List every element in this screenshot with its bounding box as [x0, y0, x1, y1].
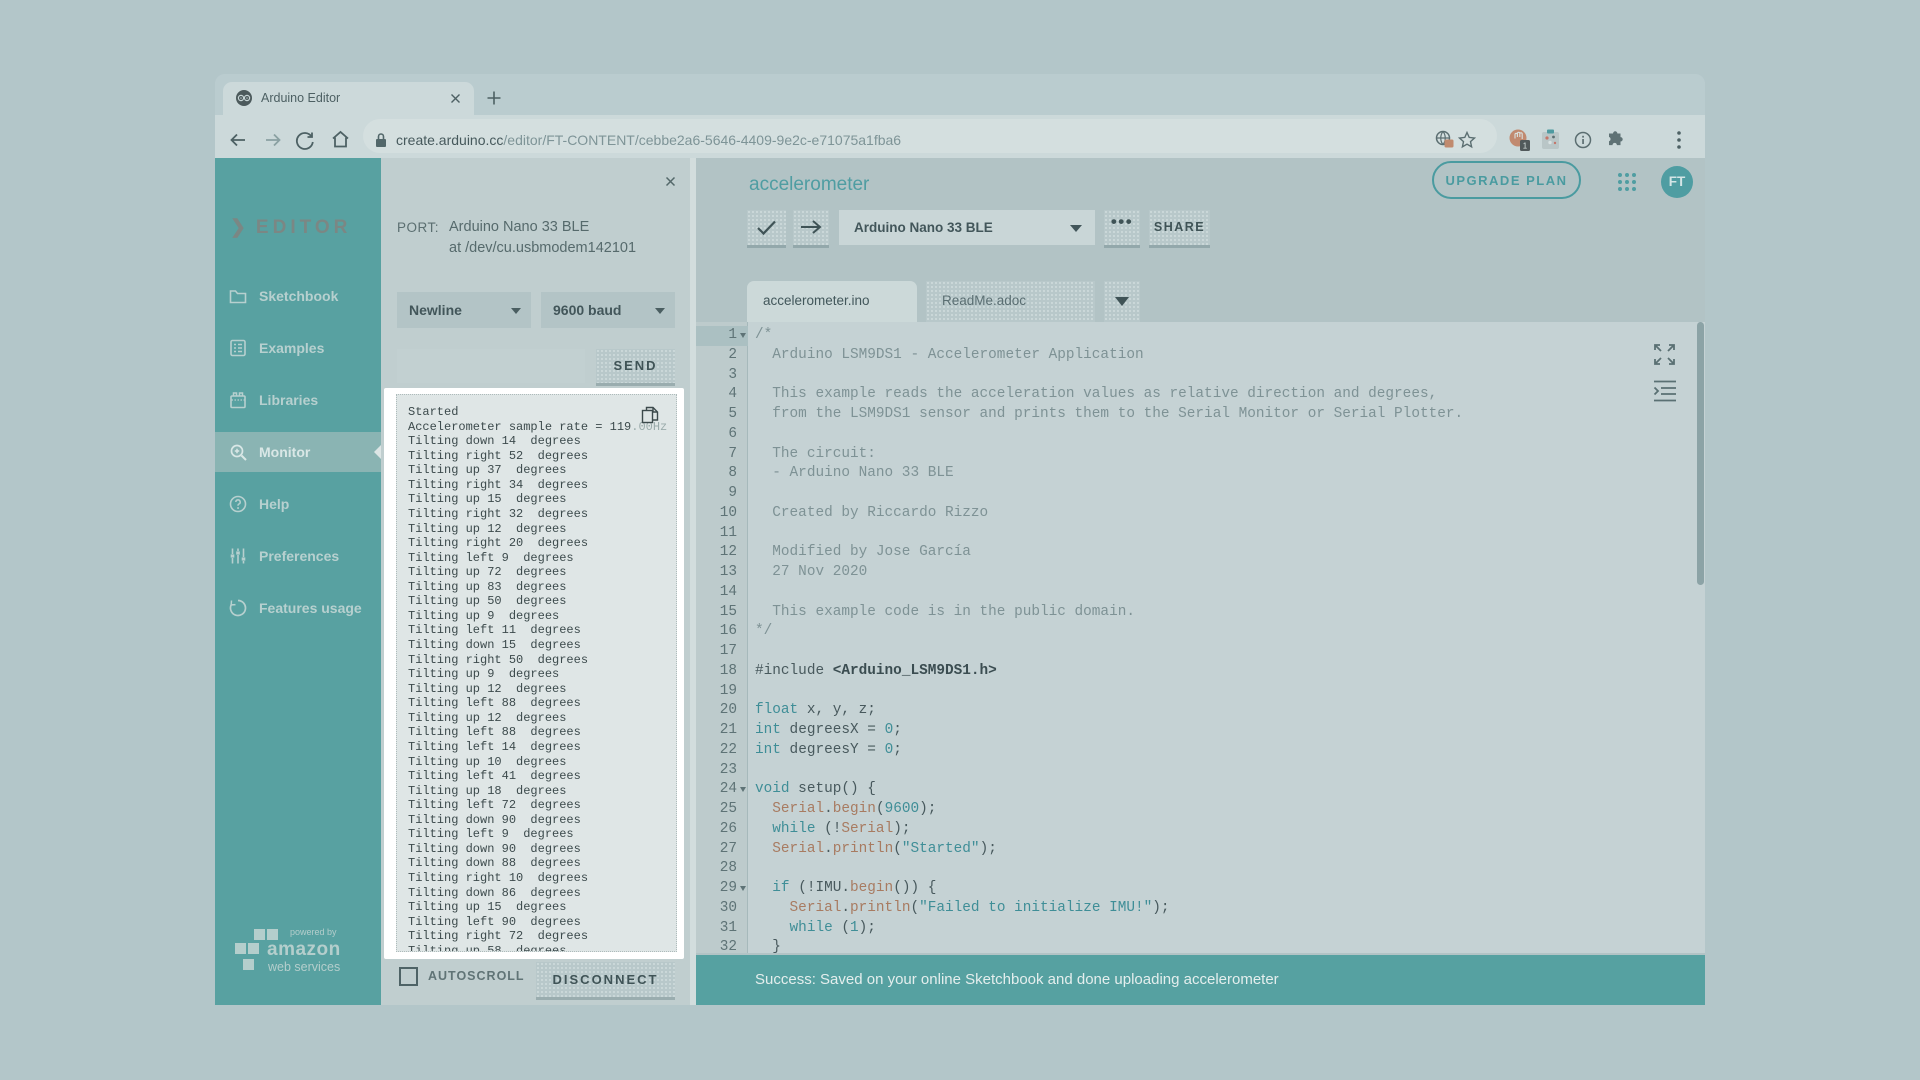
svg-text:1: 1 [1523, 142, 1528, 151]
